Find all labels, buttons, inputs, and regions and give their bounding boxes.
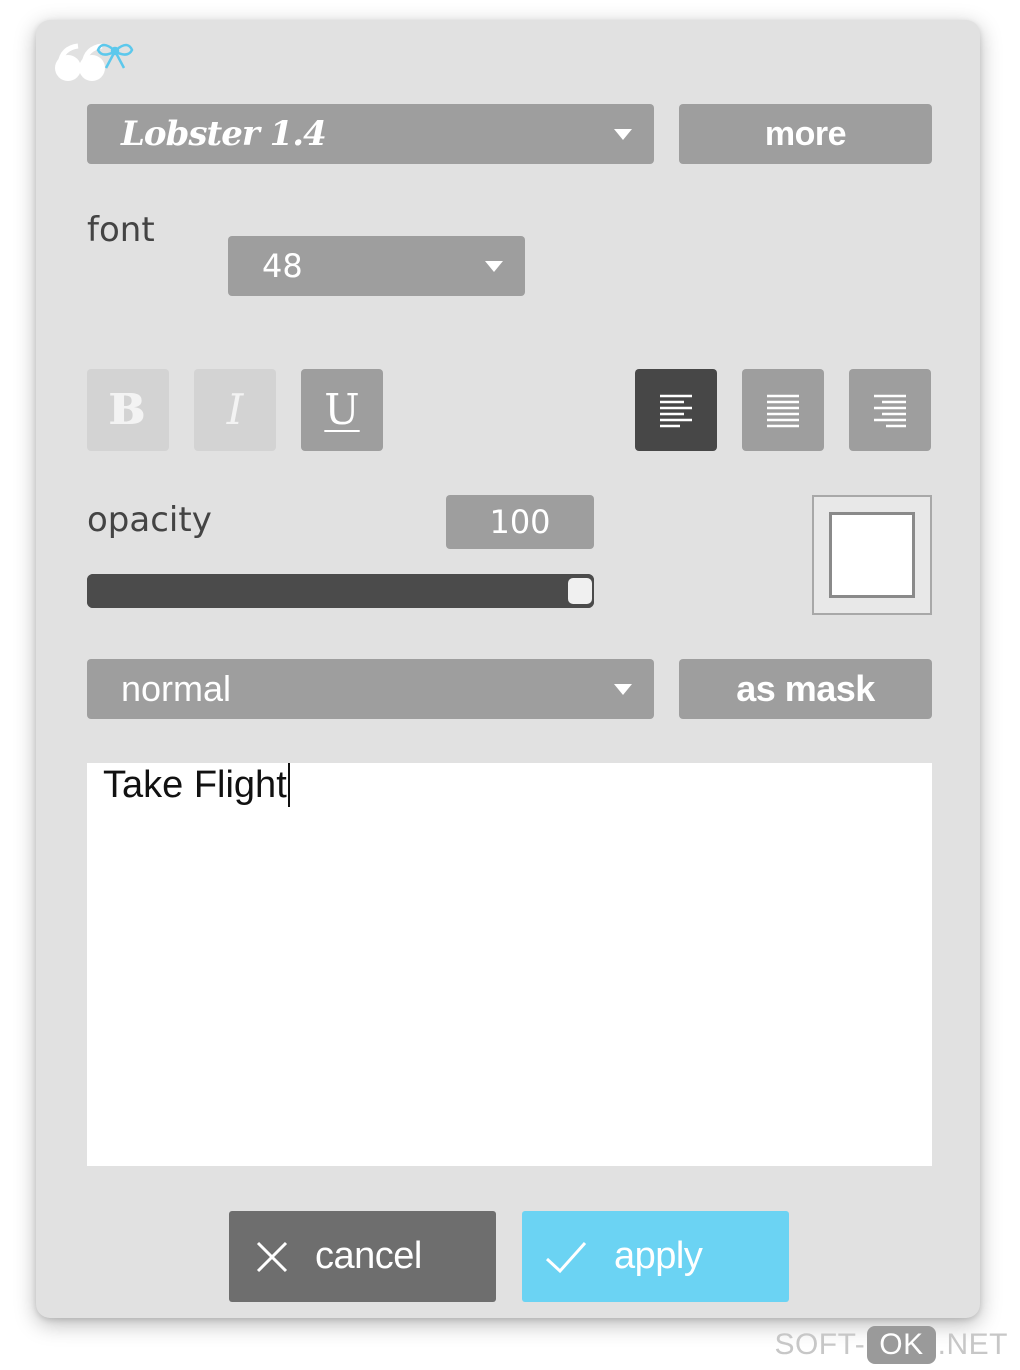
opacity-label: opacity [87,500,212,540]
opacity-slider[interactable] [87,574,594,608]
check-icon [545,1241,587,1273]
cancel-button[interactable]: cancel [229,1211,496,1302]
chevron-down-icon [485,261,503,272]
underline-button[interactable]: U [301,369,383,451]
align-justify-icon [767,394,799,428]
more-button[interactable]: more [679,104,932,164]
color-swatch-fill [829,512,915,598]
app-logo-icon [55,43,134,81]
watermark-prefix: SOFT- [774,1328,866,1361]
text-input[interactable]: Take Flight [87,763,932,1166]
text-cursor [287,763,290,807]
opacity-slider-thumb[interactable] [566,576,594,606]
align-right-icon [874,394,906,428]
chevron-down-icon [614,684,632,695]
blend-mode-value: normal [121,668,232,709]
chevron-down-icon [614,129,632,140]
color-swatch[interactable] [812,495,932,615]
blend-mode-select[interactable]: normal [87,659,654,719]
align-right-button[interactable] [849,369,931,451]
font-family-select[interactable]: Lobster 1.4 [87,104,654,164]
watermark: SOFT- OK .NET [774,1326,1008,1364]
text-input-value: Take Flight [103,764,287,806]
watermark-suffix: .NET [937,1328,1008,1361]
align-left-icon [660,394,692,428]
italic-button[interactable]: I [194,369,276,451]
opacity-value-field[interactable]: 100 [446,495,594,549]
close-icon [256,1241,288,1272]
opacity-slider-fill [87,574,594,608]
align-left-button[interactable] [635,369,717,451]
font-size-value: 48 [262,247,303,285]
as-mask-button[interactable]: as mask [679,659,932,719]
font-family-value: Lobster 1.4 [121,114,327,154]
watermark-badge: OK [867,1326,936,1364]
apply-label: apply [614,1235,703,1277]
bold-button[interactable]: B [87,369,169,451]
font-label: font [87,210,155,250]
align-center-button[interactable] [742,369,824,451]
italic-icon: I [226,385,244,434]
text-editor-panel: Lobster 1.4 more font 48 B I U opacity 1… [36,20,980,1318]
font-size-select[interactable]: 48 [228,236,525,296]
bold-icon: B [110,385,146,434]
underline-icon: U [324,385,360,434]
cancel-label: cancel [315,1235,422,1277]
apply-button[interactable]: apply [522,1211,789,1302]
